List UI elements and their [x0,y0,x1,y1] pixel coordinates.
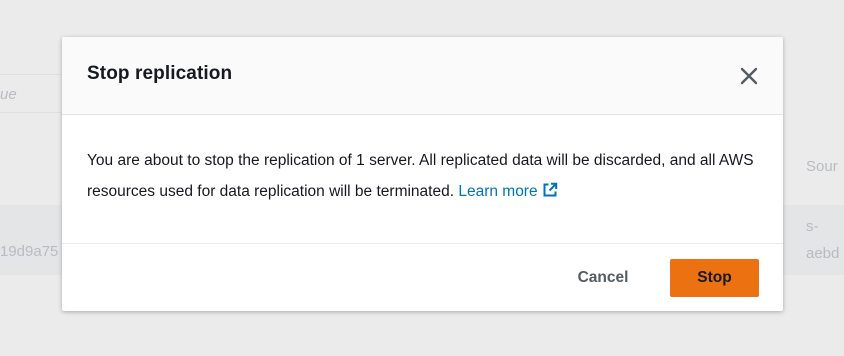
dialog-footer: Cancel Stop [62,243,783,311]
cancel-button[interactable]: Cancel [563,259,643,297]
background-column-header: Sour [806,158,838,175]
stop-replication-dialog: Stop replication You are about to stop t… [62,37,783,311]
background-server-id: 19d9a75 [0,243,59,260]
dialog-title: Stop replication [87,63,233,84]
background-divider [0,112,62,113]
background-source-server: s- [806,218,819,235]
external-link-icon [543,182,557,197]
learn-more-link[interactable]: Learn more [458,182,557,200]
background-divider [0,74,62,75]
dialog-body: You are about to stop the replication of… [87,145,758,207]
background-source-server: aebd [806,245,840,262]
dialog-message: You are about to stop the replication of… [87,152,754,200]
close-button[interactable] [737,64,761,88]
close-icon [740,67,758,85]
background-filter-placeholder: ue [0,86,17,103]
learn-more-label: Learn more [458,183,538,200]
stop-button[interactable]: Stop [670,259,759,297]
dialog-header: Stop replication [62,37,783,115]
